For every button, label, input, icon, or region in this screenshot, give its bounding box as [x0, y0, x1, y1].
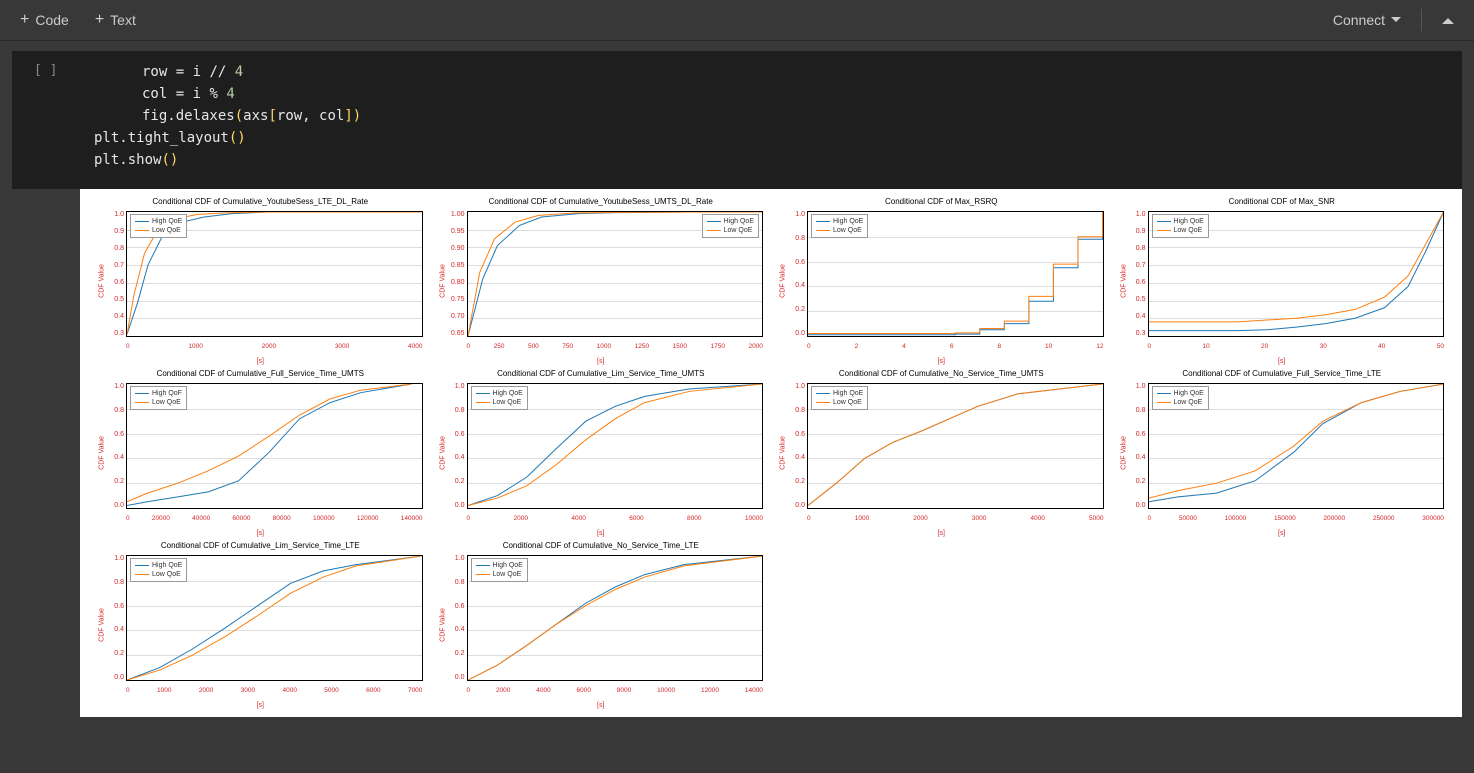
y-ticks: 1.00.80.60.40.20.0 — [100, 383, 124, 509]
execution-prompt: [ ] — [12, 51, 94, 189]
y-ticks: 1.00.80.60.40.20.0 — [781, 383, 805, 509]
x-ticks: 010002000300040005000 — [807, 515, 1104, 522]
x-ticks: 050000100000150000200000250000300000 — [1148, 515, 1445, 522]
subplot-title: Conditional CDF of Cumulative_YoutubeSes… — [433, 197, 770, 206]
subplot-1: Conditional CDF of Cumulative_YoutubeSes… — [433, 197, 770, 365]
plot-grid: Conditional CDF of Cumulative_YoutubeSes… — [92, 197, 1450, 709]
y-ticks: 1.00.80.60.40.20.0 — [100, 555, 124, 681]
x-axis-label: [s] — [433, 530, 770, 537]
code-cell[interactable]: [ ] row = i // 4col = i % 4fig.delaxes(a… — [12, 51, 1462, 189]
legend: High QoELow QoE — [811, 386, 868, 410]
x-ticks: 0200040006000800010000 — [467, 515, 764, 522]
x-axis-label: [s] — [92, 530, 429, 537]
notebook-toolbar: + Code + Text Connect — [0, 0, 1474, 41]
plus-icon: + — [20, 12, 29, 28]
x-ticks: 025050075010001250150017502000 — [467, 343, 764, 350]
subplot-3: Conditional CDF of Max_SNRCDF Value[s]1.… — [1114, 197, 1451, 365]
subplot-0: Conditional CDF of Cumulative_YoutubeSes… — [92, 197, 429, 365]
divider — [1421, 9, 1422, 31]
y-ticks: 1.00.80.60.40.20.0 — [441, 555, 465, 681]
legend: High QoELow QoE — [1152, 386, 1209, 410]
x-axis-label: [s] — [92, 702, 429, 709]
subplot-2: Conditional CDF of Max_RSRQCDF Value[s]1… — [773, 197, 1110, 365]
add-code-label: Code — [35, 12, 68, 28]
code-editor[interactable]: row = i // 4col = i % 4fig.delaxes(axs[r… — [94, 51, 1462, 189]
y-ticks: 1.00.90.80.70.60.50.40.3 — [100, 211, 124, 337]
legend: High QoELow QoE — [130, 558, 187, 582]
subplot-9: Conditional CDF of Cumulative_No_Service… — [433, 541, 770, 709]
plus-icon: + — [95, 12, 104, 28]
subplot-title: Conditional CDF of Max_RSRQ — [773, 197, 1110, 206]
x-axis-label: [s] — [1114, 530, 1451, 537]
subplot-7: Conditional CDF of Cumulative_Full_Servi… — [1114, 369, 1451, 537]
legend: High QoELow QoE — [1152, 214, 1209, 238]
x-ticks: 01000200030004000500060007000 — [126, 687, 423, 694]
add-code-button[interactable]: + Code — [10, 8, 79, 32]
legend: High QoELow QoE — [811, 214, 868, 238]
legend: High QoELow QoE — [471, 558, 528, 582]
subplot-title: Conditional CDF of Cumulative_YoutubeSes… — [92, 197, 429, 206]
y-ticks: 1.00.90.80.70.60.50.40.3 — [1122, 211, 1146, 337]
x-ticks: 02000400060008000100001200014000 — [467, 687, 764, 694]
y-ticks: 1.000.950.900.850.800.750.700.65 — [441, 211, 465, 337]
x-axis-label: [s] — [433, 358, 770, 365]
legend: High QoELow QoE — [130, 214, 187, 238]
y-ticks: 1.00.80.60.40.20.0 — [441, 383, 465, 509]
x-axis-label: [s] — [92, 358, 429, 365]
x-axis-label: [s] — [773, 530, 1110, 537]
add-text-label: Text — [110, 12, 136, 28]
x-axis-label: [s] — [433, 702, 770, 709]
subplot-title: Conditional CDF of Cumulative_No_Service… — [433, 541, 770, 550]
legend: High QoELow QoE — [702, 214, 759, 238]
add-text-button[interactable]: + Text — [85, 8, 146, 32]
connect-button[interactable]: Connect — [1323, 8, 1411, 32]
x-ticks: 01000200030004000 — [126, 343, 423, 350]
cell-output: Conditional CDF of Cumulative_YoutubeSes… — [80, 189, 1462, 717]
collapse-button[interactable] — [1432, 8, 1464, 32]
subplot-title: Conditional CDF of Cumulative_Full_Servi… — [92, 369, 429, 378]
chevron-down-icon — [1391, 17, 1401, 27]
subplot-5: Conditional CDF of Cumulative_Lim_Servic… — [433, 369, 770, 537]
subplot-title: Conditional CDF of Cumulative_Full_Servi… — [1114, 369, 1451, 378]
subplot-title: Conditional CDF of Cumulative_No_Service… — [773, 369, 1110, 378]
legend: High QoFLow QoE — [130, 386, 187, 410]
legend: High QoELow QoE — [471, 386, 528, 410]
connect-label: Connect — [1333, 12, 1385, 28]
subplot-title: Conditional CDF of Cumulative_Lim_Servic… — [92, 541, 429, 550]
subplot-4: Conditional CDF of Cumulative_Full_Servi… — [92, 369, 429, 537]
y-ticks: 1.00.80.60.40.20.0 — [781, 211, 805, 337]
subplot-6: Conditional CDF of Cumulative_No_Service… — [773, 369, 1110, 537]
subplot-title: Conditional CDF of Cumulative_Lim_Servic… — [433, 369, 770, 378]
x-axis-label: [s] — [773, 358, 1110, 365]
x-ticks: 024681012 — [807, 343, 1104, 350]
x-axis-label: [s] — [1114, 358, 1451, 365]
subplot-8: Conditional CDF of Cumulative_Lim_Servic… — [92, 541, 429, 709]
subplot-title: Conditional CDF of Max_SNR — [1114, 197, 1451, 206]
chevron-up-icon — [1442, 12, 1454, 24]
x-ticks: 020000400006000080000100000120000140000 — [126, 515, 423, 522]
x-ticks: 01020304050 — [1148, 343, 1445, 350]
y-ticks: 1.00.80.60.40.20.0 — [1122, 383, 1146, 509]
